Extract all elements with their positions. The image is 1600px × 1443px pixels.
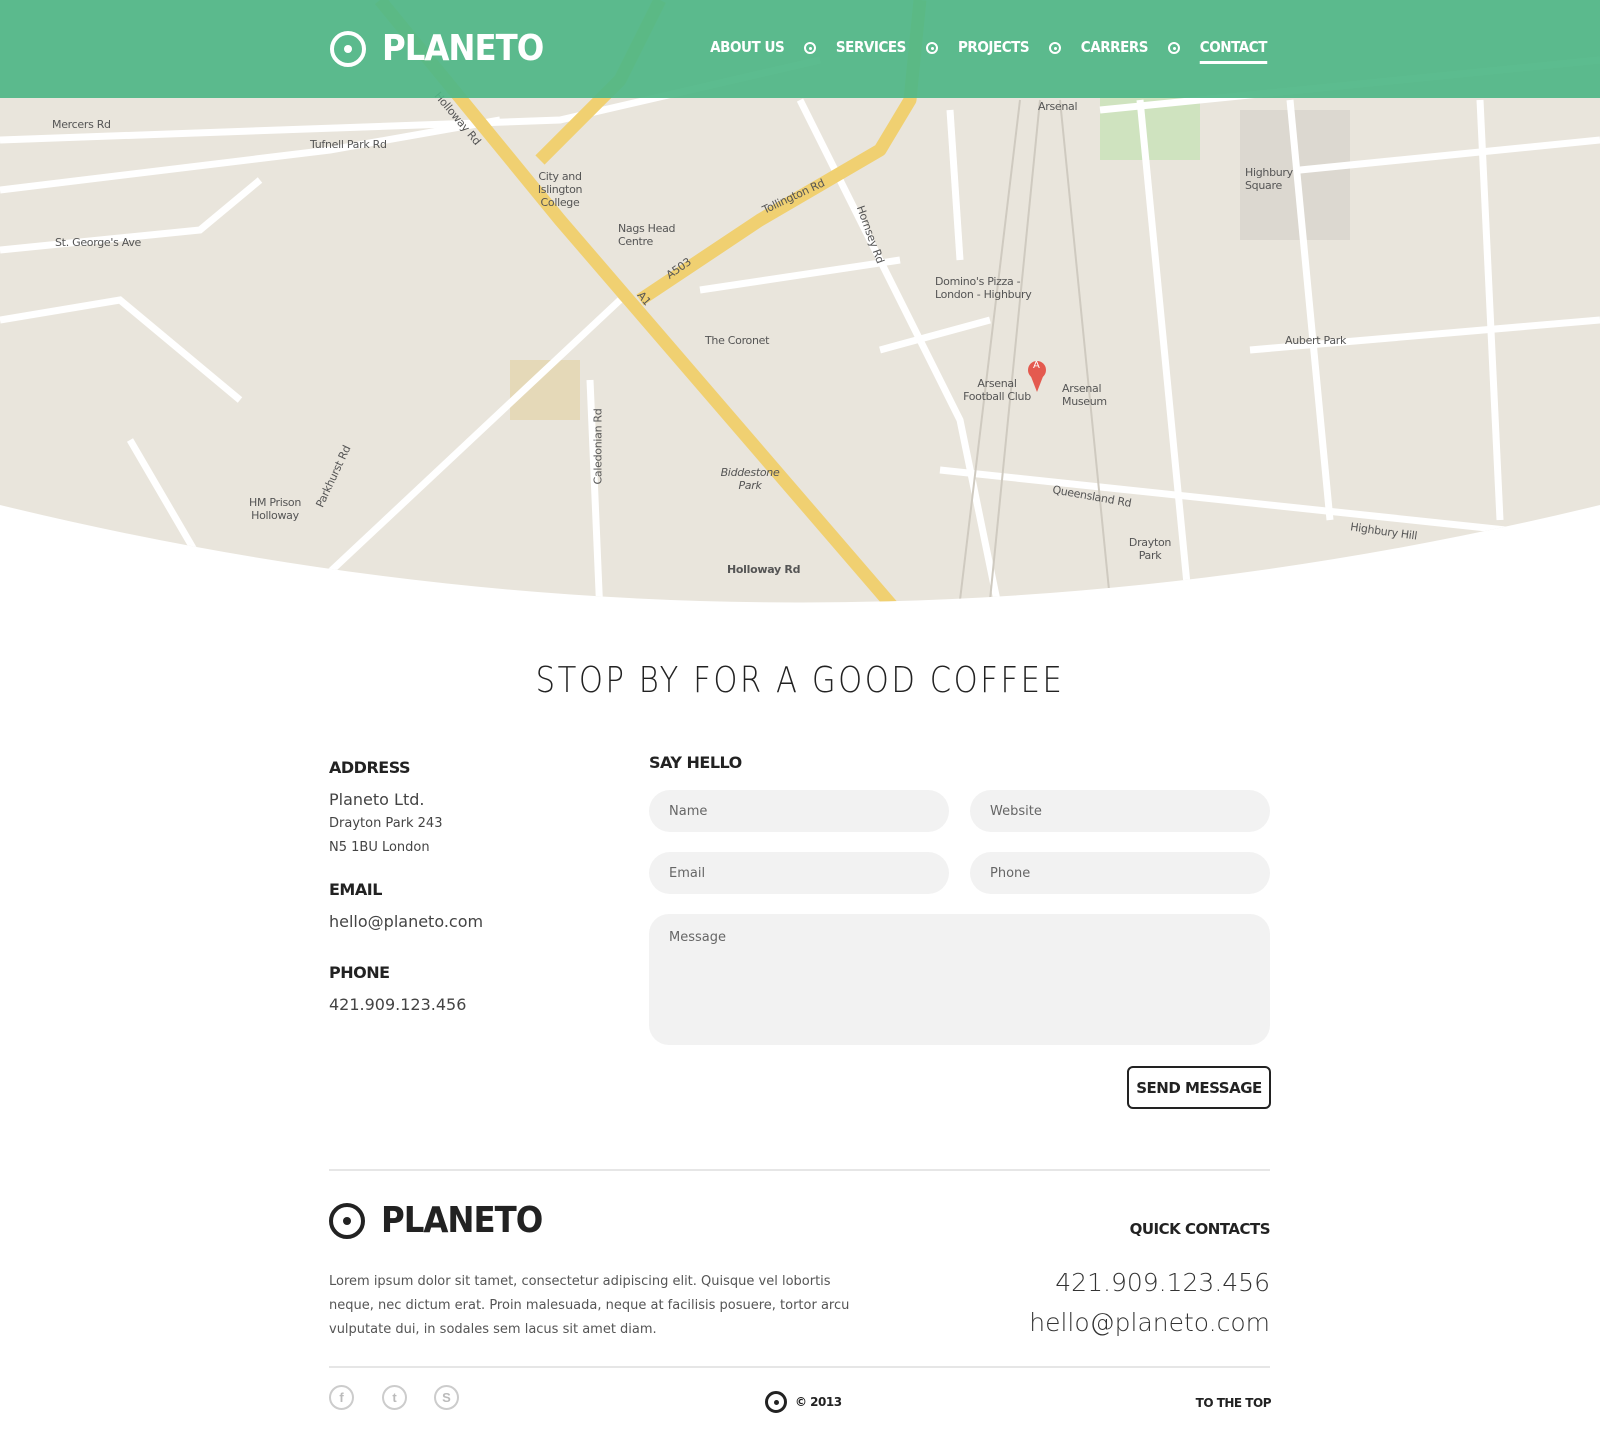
name-input[interactable]	[649, 790, 949, 832]
twitter-icon[interactable]: t	[382, 1385, 407, 1410]
send-message-button[interactable]: SEND MESSAGE	[1127, 1066, 1271, 1109]
nav-services[interactable]: SERVICES	[836, 38, 907, 64]
map-label: Mercers Rd	[52, 118, 111, 131]
facebook-icon[interactable]: f	[329, 1385, 354, 1410]
planet-logo-icon	[330, 30, 366, 67]
email-input[interactable]	[649, 852, 949, 894]
planet-logo-icon	[329, 1202, 365, 1239]
map-label: Drayton Park	[1128, 536, 1172, 562]
nav-separator-icon	[1168, 42, 1181, 54]
map-label: Aubert Park	[1285, 334, 1347, 347]
message-textarea[interactable]	[649, 914, 1270, 1045]
map-label: Arsenal Museum	[1062, 382, 1107, 408]
form-title: SAY HELLO	[649, 753, 742, 772]
phone-input[interactable]	[970, 852, 1270, 894]
footer-bottom-divider	[329, 1366, 1270, 1368]
address-street: Drayton Park 243	[329, 816, 443, 831]
map-label: St. George's Ave	[55, 236, 141, 249]
map-label: HM Prison Holloway	[248, 496, 301, 522]
address-title: ADDRESS	[329, 758, 411, 777]
main-nav: ABOUT US SERVICES PROJECTS CARRERS CONTA…	[706, 38, 1271, 64]
nav-separator-icon	[926, 42, 939, 54]
map-label: The Coronet	[705, 334, 770, 347]
website-input[interactable]	[970, 790, 1270, 832]
map-label: Caledonian Rd	[591, 408, 605, 485]
brand-name: PLANETO	[381, 1200, 543, 1241]
nav-about-us[interactable]: ABOUT US	[710, 38, 785, 64]
planet-logo-icon	[765, 1391, 787, 1413]
map-marker[interactable]: A	[1033, 360, 1040, 371]
company-name: Planeto Ltd.	[329, 790, 425, 809]
footer-about: Lorem ipsum dolor sit tamet, consectetur…	[329, 1274, 850, 1337]
map-label: City and Islington College	[537, 170, 583, 209]
map-label: Domino's Pizza - London - Highbury	[935, 275, 1032, 301]
map-label: Holloway Rd	[727, 563, 801, 576]
footer-divider	[329, 1169, 1270, 1171]
phone-title: PHONE	[329, 963, 390, 982]
map-label: Biddestone Park	[720, 466, 780, 492]
phone-number: 421.909.123.456	[329, 995, 467, 1014]
copyright: © 2013	[765, 1391, 842, 1413]
site-header: PLANETO ABOUT US SERVICES PROJECTS CARRE…	[0, 0, 1600, 98]
map-label: Highbury Square	[1245, 166, 1293, 192]
nav-projects[interactable]: PROJECTS	[958, 38, 1030, 64]
footer-email[interactable]: hello@planeto.com	[1029, 1308, 1270, 1337]
footer-logo[interactable]: PLANETO	[329, 1200, 543, 1241]
copyright-text: © 2013	[795, 1395, 842, 1409]
map-label: Tufnell Park Rd	[310, 138, 387, 151]
address-city: N5 1BU London	[329, 840, 430, 855]
map-label: Nags Head Centre	[618, 222, 676, 248]
quick-contacts-title: QUICK CONTACTS	[1129, 1220, 1271, 1238]
footer-phone: 421.909.123.456	[1055, 1268, 1270, 1297]
to-the-top-link[interactable]: TO THE TOP	[1196, 1396, 1272, 1410]
email-link[interactable]: hello@planeto.com	[329, 912, 483, 931]
header-logo[interactable]: PLANETO	[330, 28, 544, 69]
nav-separator-icon	[1049, 42, 1062, 54]
nav-separator-icon	[804, 42, 817, 54]
email-title: EMAIL	[329, 880, 382, 899]
brand-name: PLANETO	[382, 28, 544, 69]
skype-icon[interactable]: S	[434, 1385, 459, 1410]
map-label: Arsenal	[1038, 100, 1078, 113]
page-heading: STOP BY FOR A GOOD COFFEE	[535, 660, 1065, 701]
nav-carrers[interactable]: CARRERS	[1081, 38, 1149, 64]
nav-contact[interactable]: CONTACT	[1200, 38, 1268, 64]
map-label: Arsenal Football Club	[963, 377, 1031, 403]
